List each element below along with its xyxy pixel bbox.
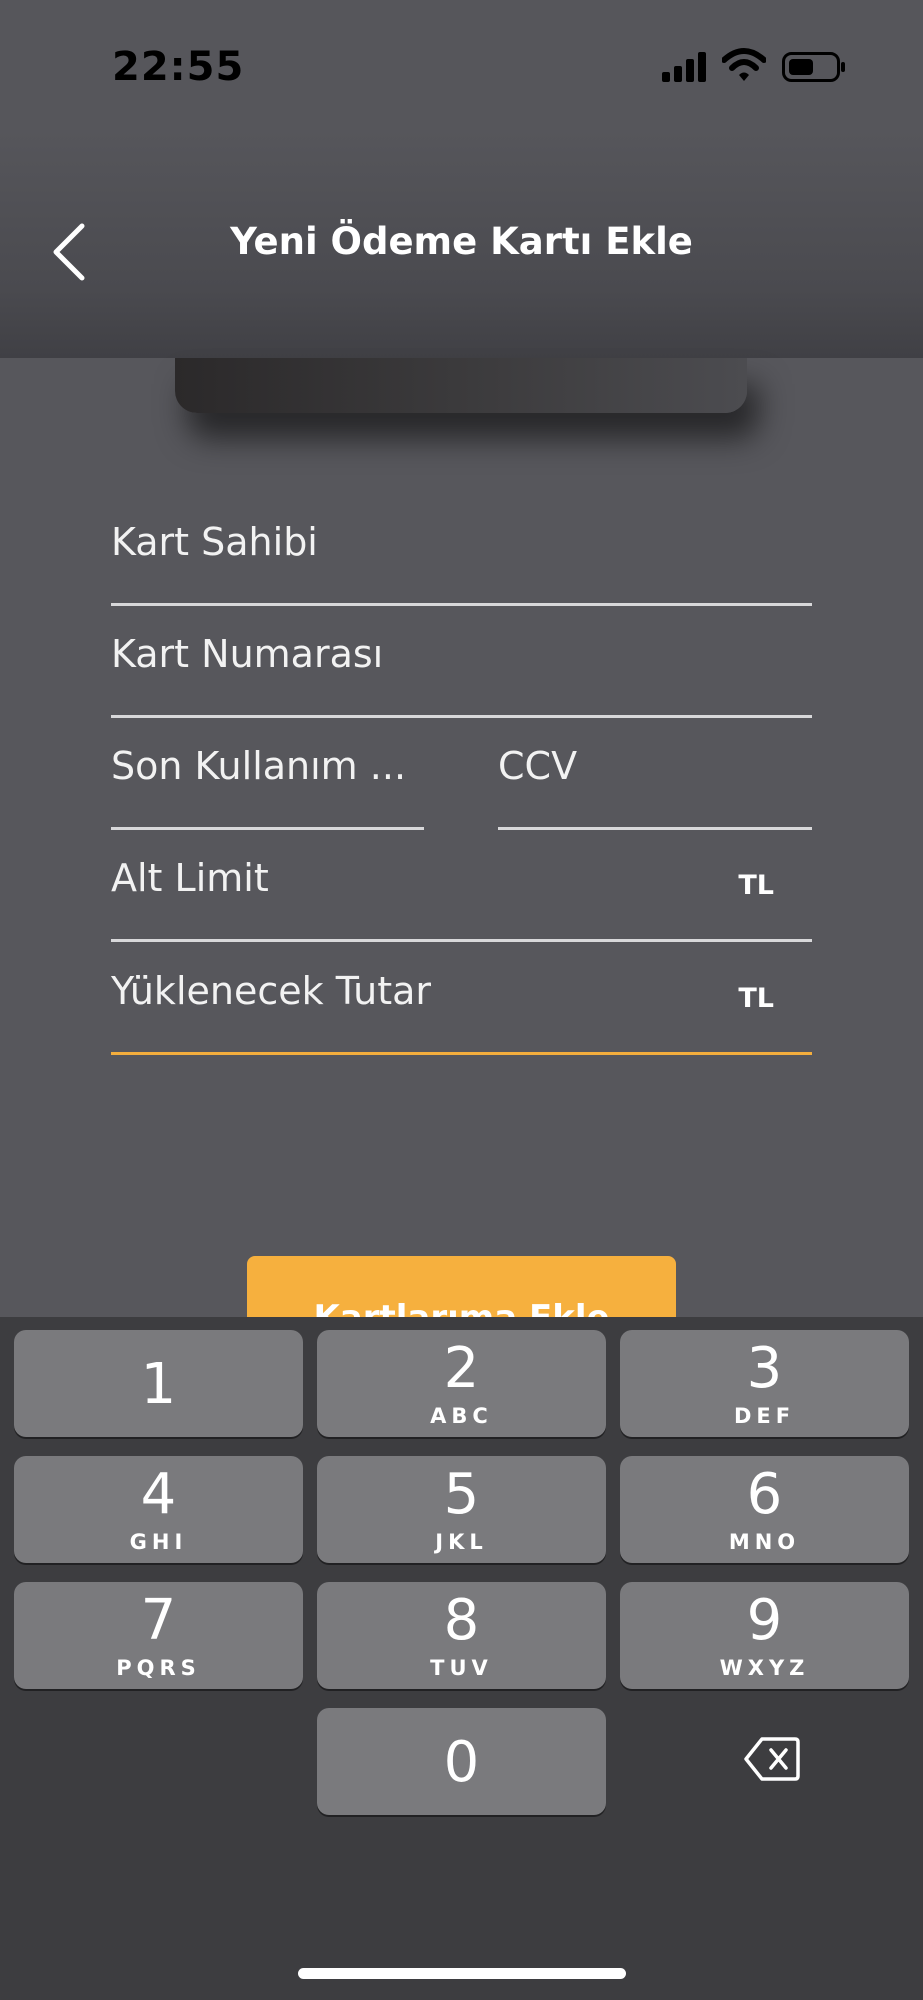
key-letters: GHI (129, 1530, 188, 1554)
key-letters: JKL (435, 1530, 488, 1554)
signal-icon (662, 52, 706, 82)
load-amount-currency: TL (738, 983, 774, 1014)
card-preview (175, 358, 747, 413)
key-digit: 3 (746, 1336, 783, 1401)
key-5[interactable]: 5 JKL (317, 1456, 606, 1563)
key-6[interactable]: 6 MNO (620, 1456, 909, 1563)
key-letters: DEF (733, 1404, 796, 1428)
card-holder-field[interactable]: Kart Sahibi (111, 494, 812, 606)
ccv-field[interactable]: CCV (498, 718, 812, 830)
key-letters: TUV (430, 1656, 493, 1680)
key-digit: 8 (443, 1588, 480, 1653)
lower-limit-field[interactable]: Alt Limit TL (111, 830, 812, 942)
key-digit: 7 (140, 1588, 177, 1653)
page-title: Yeni Ödeme Kartı Ekle (230, 220, 693, 263)
key-4[interactable]: 4 GHI (14, 1456, 303, 1563)
key-0[interactable]: 0 (317, 1708, 606, 1815)
key-1[interactable]: 1 (14, 1330, 303, 1437)
key-digit: 9 (746, 1588, 783, 1653)
lower-limit-currency: TL (738, 870, 774, 901)
status-time: 22:55 (112, 44, 245, 90)
key-letters: PQRS (116, 1656, 201, 1680)
delete-key[interactable] (737, 1729, 807, 1789)
key-digit: 4 (140, 1462, 177, 1527)
key-7[interactable]: 7 PQRS (14, 1582, 303, 1689)
nav-bar: Yeni Ödeme Kartı Ekle (0, 130, 923, 358)
key-letters: ABC (430, 1404, 493, 1428)
key-digit: 6 (746, 1462, 783, 1527)
load-amount-placeholder: Yüklenecek Tutar (111, 969, 432, 1013)
key-letters: MNO (728, 1530, 801, 1554)
home-indicator (298, 1968, 626, 1979)
key-letters: WXYZ (719, 1656, 810, 1680)
lower-limit-placeholder: Alt Limit (111, 856, 269, 900)
key-digit: 0 (443, 1730, 480, 1795)
key-digit: 5 (443, 1462, 480, 1527)
numeric-keyboard: 1 2 ABC 3 DEF 4 GHI 5 JKL 6 MNO 7 PQRS 8… (0, 1317, 923, 2000)
ccv-placeholder: CCV (498, 744, 578, 788)
backspace-icon (744, 1737, 800, 1781)
status-bar: 22:55 (0, 0, 923, 130)
key-3[interactable]: 3 DEF (620, 1330, 909, 1437)
card-holder-placeholder: Kart Sahibi (111, 520, 318, 564)
key-2[interactable]: 2 ABC (317, 1330, 606, 1437)
card-number-field[interactable]: Kart Numarası (111, 606, 812, 718)
battery-icon (782, 52, 845, 82)
key-digit: 2 (443, 1336, 480, 1401)
expiry-field[interactable]: Son Kullanım ... (111, 718, 424, 830)
card-number-placeholder: Kart Numarası (111, 632, 384, 676)
load-amount-field[interactable]: Yüklenecek Tutar TL (111, 943, 812, 1055)
key-digit: 1 (140, 1352, 177, 1417)
expiry-placeholder: Son Kullanım ... (111, 744, 407, 788)
key-9[interactable]: 9 WXYZ (620, 1582, 909, 1689)
wifi-icon (722, 48, 766, 81)
key-8[interactable]: 8 TUV (317, 1582, 606, 1689)
